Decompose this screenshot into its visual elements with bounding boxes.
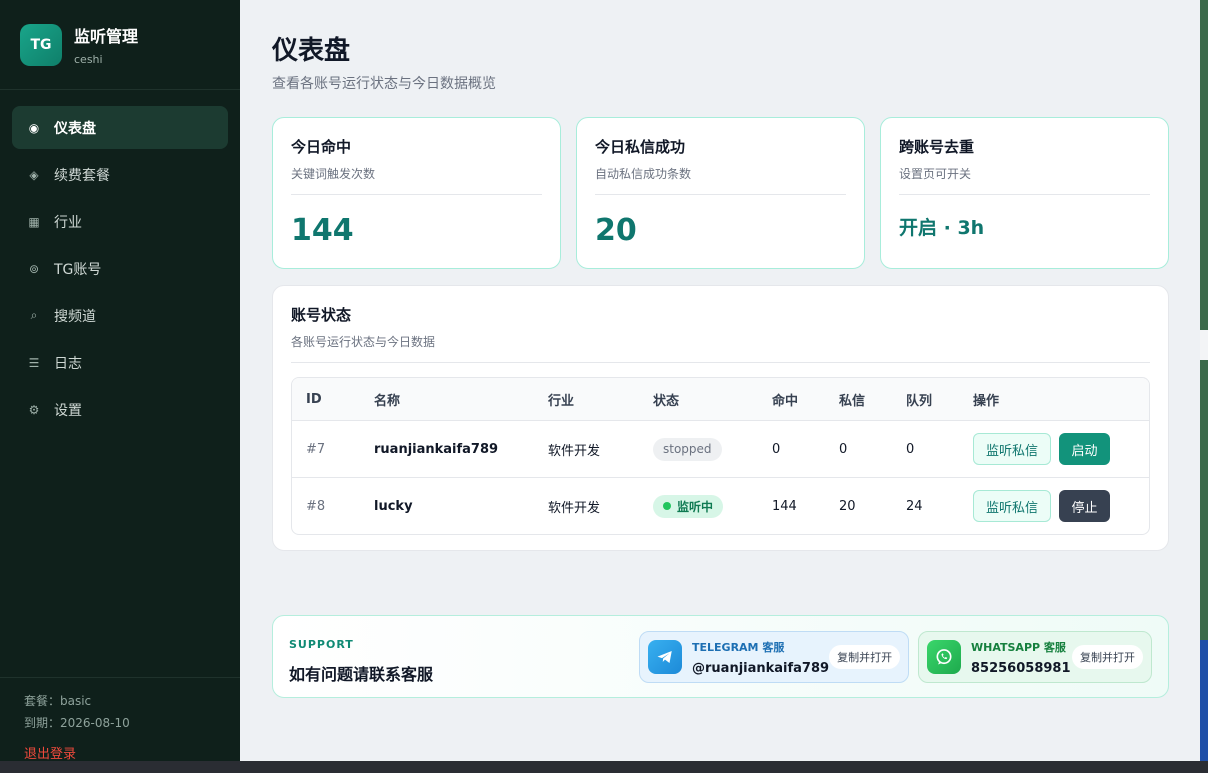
column-header: 状态 xyxy=(653,393,680,409)
copy-open-button[interactable]: 复制并打开 xyxy=(1072,645,1143,669)
sidebar-item-industry[interactable]: ▦ 行业 xyxy=(12,200,228,243)
sidebar-item-label: 设置 xyxy=(54,402,82,419)
contact-label: TELEGRAM 客服 xyxy=(692,640,785,654)
status-badge: 监听中 xyxy=(653,494,724,518)
panel-title: 账号状态 xyxy=(291,306,352,324)
taskbar-strip xyxy=(0,761,1208,773)
radio-dot-icon: ◉ xyxy=(28,120,40,135)
expiry-info: 到期：2026-08-10 xyxy=(24,716,130,730)
table-row: #7 ruanjiankaifa789 软件开发 stopped 0 0 0 监… xyxy=(292,420,1149,477)
account-status-panel: 账号状态 各账号运行状态与今日数据 ID 名称 行业 状态 命中 私信 队列 操… xyxy=(272,285,1169,551)
grid-icon: ▦ xyxy=(28,214,40,229)
column-header: 命中 xyxy=(772,393,799,409)
whatsapp-contact[interactable]: WHATSAPP 客服 85256058981 复制并打开 xyxy=(918,631,1152,683)
stat-card-hits: 今日命中 关键词触发次数 144 xyxy=(272,117,561,269)
list-icon: ☰ xyxy=(28,355,40,370)
column-header: 队列 xyxy=(906,393,933,409)
brand-logo: TG xyxy=(20,23,62,66)
account-name: lucky xyxy=(374,498,413,514)
start-button[interactable]: 启动 xyxy=(1059,433,1111,465)
account-industry: 软件开发 xyxy=(548,443,601,459)
contact-value: @ruanjiankaifa789 xyxy=(692,660,830,676)
stat-subtitle: 自动私信成功条数 xyxy=(595,165,846,195)
brand-title: 监听管理 xyxy=(74,27,139,46)
queue-value: 24 xyxy=(906,498,923,514)
monitor-pm-button[interactable]: 监听私信 xyxy=(973,490,1052,522)
sidebar-item-logs[interactable]: ☰ 日志 xyxy=(12,341,228,384)
sidebar-item-label: 仪表盘 xyxy=(54,120,96,137)
panel-subtitle: 各账号运行状态与今日数据 xyxy=(291,333,1150,363)
contact-value: 85256058981 xyxy=(971,660,1071,676)
stat-subtitle: 关键词触发次数 xyxy=(291,165,542,195)
column-header: 私信 xyxy=(839,393,866,409)
page-subtitle: 查看各账号运行状态与今日数据概览 xyxy=(272,76,496,92)
monitor-pm-button[interactable]: 监听私信 xyxy=(973,433,1052,465)
table-row: #8 lucky 软件开发 监听中 144 20 24 监听私信 停止 xyxy=(292,477,1149,534)
window-edge xyxy=(1200,0,1208,773)
sidebar-item-settings[interactable]: ⚙ 设置 xyxy=(12,388,228,431)
accounts-table: ID 名称 行业 状态 命中 私信 队列 操作 #7 ruanjiankaifa… xyxy=(291,377,1150,535)
stat-card-dedup: 跨账号去重 设置页可开关 开启 · 3h xyxy=(880,117,1169,269)
stat-value: 144 xyxy=(291,213,354,248)
ring-icon: ⊚ xyxy=(28,261,40,276)
sidebar-item-label: 搜频道 xyxy=(54,308,96,325)
gear-icon: ⚙ xyxy=(28,402,40,417)
main-content: 仪表盘 查看各账号运行状态与今日数据概览 今日命中 关键词触发次数 144 今日… xyxy=(240,0,1200,773)
sidebar-item-label: 行业 xyxy=(54,214,82,231)
plan-info: 套餐：basic xyxy=(24,694,92,708)
account-id: #7 xyxy=(306,441,326,457)
stat-card-pm-success: 今日私信成功 自动私信成功条数 20 xyxy=(576,117,865,269)
column-header: ID xyxy=(306,391,322,407)
telegram-icon xyxy=(648,640,682,674)
stat-value: 20 xyxy=(595,213,637,248)
status-badge: stopped xyxy=(653,437,722,461)
hits-value: 0 xyxy=(772,441,781,457)
queue-value: 0 xyxy=(906,441,915,457)
copy-open-button[interactable]: 复制并打开 xyxy=(829,645,901,669)
page-title: 仪表盘 xyxy=(272,36,351,66)
stat-title: 今日私信成功 xyxy=(595,138,686,156)
whatsapp-icon xyxy=(927,640,961,674)
support-card: SUPPORT 如有问题请联系客服 TELEGRAM 客服 @ruanjiank… xyxy=(272,615,1169,698)
sidebar-item-label: 日志 xyxy=(54,355,82,372)
sidebar-item-dashboard[interactable]: ◉ 仪表盘 xyxy=(12,106,228,149)
pm-value: 20 xyxy=(839,498,856,514)
sidebar-item-label: TG账号 xyxy=(54,261,102,278)
sidebar-item-search-channels[interactable]: ⌕ 搜频道 xyxy=(12,294,228,337)
stat-value: 开启 · 3h xyxy=(899,217,985,239)
diamond-icon: ◈ xyxy=(29,167,39,182)
actions-cell: 监听私信 停止 xyxy=(959,490,1149,522)
column-header: 操作 xyxy=(973,393,1000,409)
table-header-row: ID 名称 行业 状态 命中 私信 队列 操作 xyxy=(292,378,1149,420)
brand: TG 监听管理 ceshi xyxy=(0,0,240,90)
logout-link[interactable]: 退出登录 xyxy=(24,743,216,762)
sidebar-item-label: 续费套餐 xyxy=(54,167,110,184)
account-industry: 软件开发 xyxy=(548,500,601,516)
sidebar-footer: 套餐：basic 到期：2026-08-10 退出登录 xyxy=(0,677,240,773)
contact-label: WHATSAPP 客服 xyxy=(971,640,1066,654)
stat-title: 今日命中 xyxy=(291,138,352,156)
stat-title: 跨账号去重 xyxy=(899,138,975,156)
sidebar-item-tg-accounts[interactable]: ⊚ TG账号 xyxy=(12,247,228,290)
stat-subtitle: 设置页可开关 xyxy=(899,165,1150,195)
stop-button[interactable]: 停止 xyxy=(1059,490,1111,522)
search-icon: ⌕ xyxy=(30,308,38,322)
brand-subtitle: ceshi xyxy=(74,53,103,66)
status-label: 监听中 xyxy=(677,499,714,514)
pm-value: 0 xyxy=(839,441,848,457)
column-header: 行业 xyxy=(548,393,575,409)
live-dot-icon xyxy=(663,502,671,510)
status-cell: 监听中 xyxy=(639,494,758,518)
sidebar: TG 监听管理 ceshi ◉ 仪表盘 ◈ 续费套餐 ▦ 行业 ⊚ TG账号 ⌕… xyxy=(0,0,240,773)
status-cell: stopped xyxy=(639,437,758,461)
sidebar-item-renewal[interactable]: ◈ 续费套餐 xyxy=(12,153,228,196)
actions-cell: 监听私信 启动 xyxy=(959,433,1149,465)
telegram-contact[interactable]: TELEGRAM 客服 @ruanjiankaifa789 复制并打开 xyxy=(639,631,909,683)
column-header: 名称 xyxy=(374,393,401,409)
account-name: ruanjiankaifa789 xyxy=(374,441,499,457)
sidebar-nav: ◉ 仪表盘 ◈ 续费套餐 ▦ 行业 ⊚ TG账号 ⌕ 搜频道 ☰ 日志 ⚙ 设置 xyxy=(0,90,240,451)
hits-value: 144 xyxy=(772,498,797,514)
account-id: #8 xyxy=(306,498,326,514)
